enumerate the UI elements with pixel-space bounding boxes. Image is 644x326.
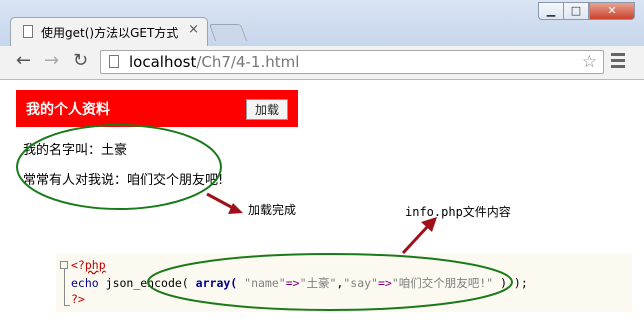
highlight-ellipse-code [147, 253, 513, 311]
arrow-load-done [206, 192, 234, 210]
arrow-info-file [401, 224, 430, 255]
highlight-ellipse-output [16, 124, 222, 210]
annotation-overlay [16, 124, 513, 311]
arrow-load-done-head [228, 203, 243, 214]
